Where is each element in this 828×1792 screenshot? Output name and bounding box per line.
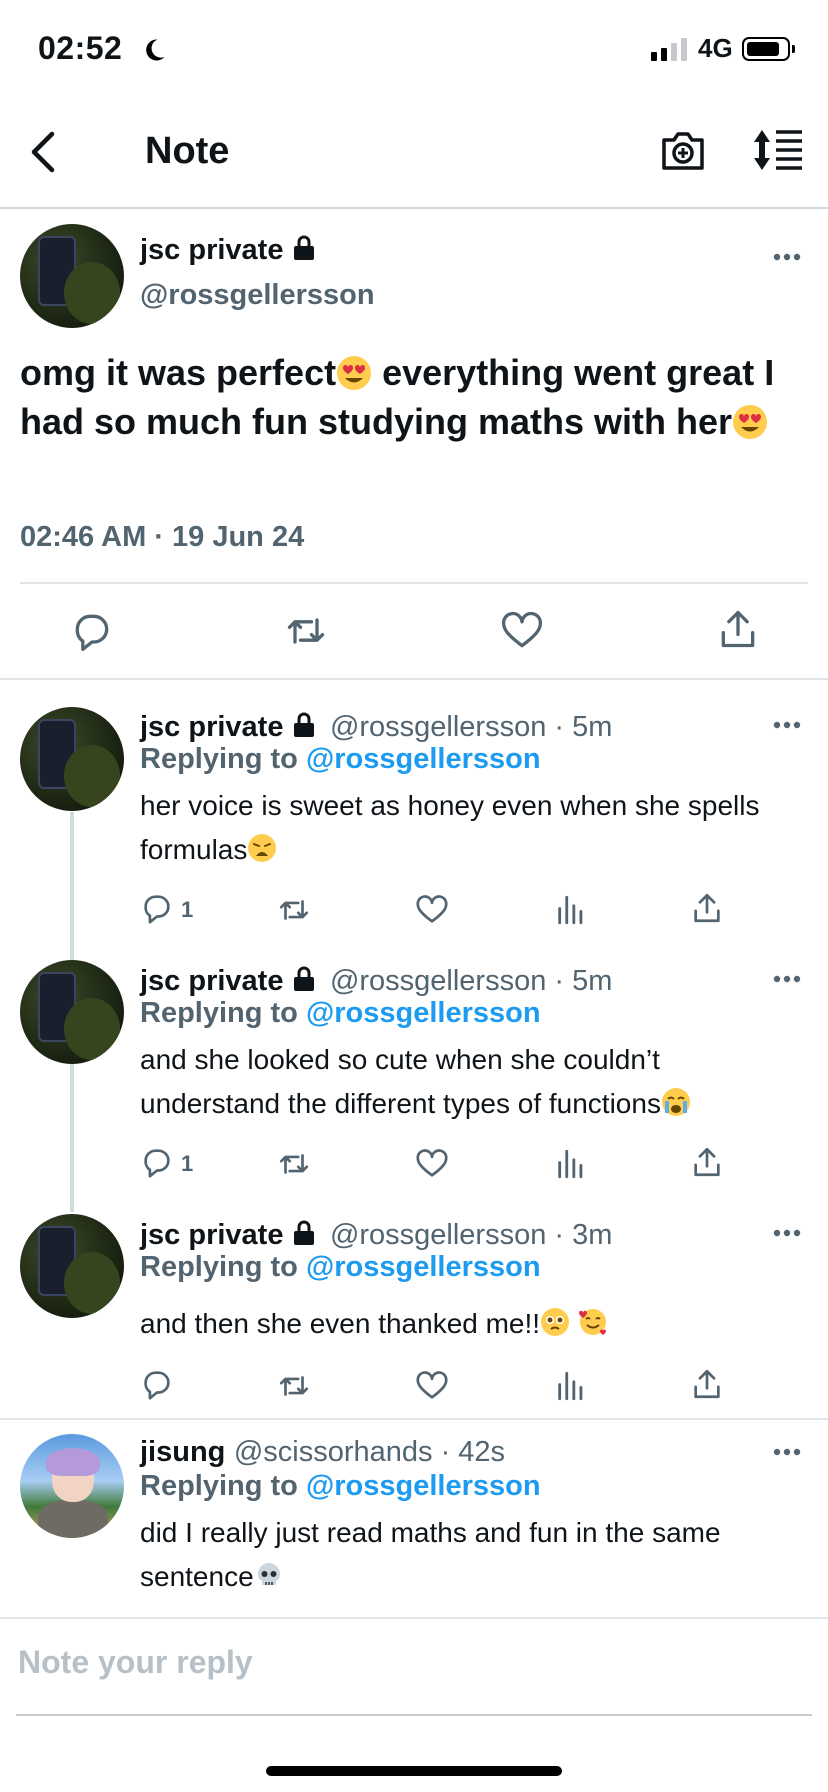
- replying-to-handle[interactable]: @rossgellersson: [306, 743, 541, 775]
- more-icon[interactable]: [772, 252, 802, 262]
- tweet-text-part-1: omg it was perfect: [20, 352, 337, 393]
- reply-header: jsc private @rossgellersson · 5m: [140, 965, 612, 998]
- author-handle[interactable]: @rossgellersson: [140, 279, 375, 312]
- reply-icon[interactable]: [140, 1367, 174, 1401]
- chevron-left-icon[interactable]: [24, 128, 64, 176]
- moon-icon: [146, 39, 165, 61]
- home-indicator[interactable]: [266, 1766, 562, 1776]
- battery-icon: [742, 37, 795, 61]
- reply-text-content: and she looked so cute when she couldn’t…: [140, 1044, 661, 1119]
- divider: [16, 1714, 812, 1716]
- replying-to: Replying to @rossgellersson: [140, 997, 541, 1030]
- reply-text-content: did I really just read maths and fun in …: [140, 1517, 721, 1592]
- replying-to-handle[interactable]: @rossgellersson: [306, 1251, 541, 1283]
- heart-icon[interactable]: [415, 893, 449, 927]
- share-icon[interactable]: [690, 1367, 724, 1401]
- retweet-icon[interactable]: [284, 609, 328, 653]
- replying-to-label: Replying to: [140, 1470, 298, 1502]
- tweet-text: omg it was perfect everything went great…: [20, 348, 810, 446]
- reply-text: and she looked so cute when she couldn’t…: [140, 1038, 790, 1126]
- author-name: jisung: [140, 1436, 226, 1468]
- replying-to-handle[interactable]: @rossgellersson: [306, 997, 541, 1029]
- reply-icon[interactable]: [70, 609, 114, 653]
- heart-icon[interactable]: [415, 1369, 449, 1403]
- nav-divider: [0, 207, 828, 209]
- avatar[interactable]: [20, 707, 124, 811]
- camera-plus-icon[interactable]: [660, 128, 706, 172]
- reply-count: 1: [181, 1151, 194, 1176]
- more-icon[interactable]: [772, 720, 802, 730]
- reply-icon[interactable]: [140, 1145, 174, 1179]
- reply-header: jsc private @rossgellersson · 5m: [140, 711, 612, 744]
- lock-icon: [294, 235, 315, 260]
- divider: [20, 582, 808, 584]
- author-name: jsc private: [140, 711, 284, 743]
- network-type: 4G: [698, 33, 733, 63]
- views-icon[interactable]: [554, 893, 588, 927]
- status-time: 02:52: [38, 30, 123, 66]
- reply-text: her voice is sweet as honey even when sh…: [140, 784, 800, 872]
- views-icon[interactable]: [554, 1369, 588, 1403]
- retweet-icon[interactable]: [277, 1369, 311, 1403]
- more-icon[interactable]: [772, 1228, 802, 1238]
- reply-header: jsc private @rossgellersson · 3m: [140, 1219, 612, 1252]
- sort-icon[interactable]: [752, 128, 804, 172]
- author-handle-time: @rossgellersson · 3m: [329, 1219, 613, 1251]
- avatar[interactable]: [20, 224, 124, 328]
- retweet-icon[interactable]: [277, 1147, 311, 1181]
- author-handle-time: @scissorhands · 42s: [233, 1436, 506, 1468]
- reply-text: and then she even thanked me!!: [140, 1302, 800, 1346]
- heart-eyes-emoji-icon: [337, 356, 372, 390]
- author-name: jsc private: [140, 965, 284, 997]
- reply-header: jisung @scissorhands · 42s: [140, 1436, 505, 1469]
- replying-to: Replying to @rossgellersson: [140, 743, 541, 776]
- author-name-text: jsc private: [140, 234, 284, 266]
- reply-count: 1: [181, 897, 194, 922]
- more-icon[interactable]: [772, 1447, 802, 1457]
- share-icon[interactable]: [716, 607, 760, 651]
- author-handle-time: @rossgellersson · 5m: [329, 965, 613, 997]
- replying-to: Replying to @rossgellersson: [140, 1470, 541, 1503]
- pleading-face-emoji-icon: [541, 1308, 570, 1336]
- tweet-timestamp: 02:46 AM · 19 Jun 24: [20, 521, 305, 553]
- replying-to: Replying to @rossgellersson: [140, 1251, 541, 1284]
- reply-text-content: her voice is sweet as honey even when sh…: [140, 790, 760, 865]
- avatar[interactable]: [20, 960, 124, 1064]
- signal-icon: [651, 38, 687, 61]
- author-name: jsc private: [140, 234, 317, 267]
- more-icon[interactable]: [772, 974, 802, 984]
- retweet-icon[interactable]: [277, 893, 311, 927]
- crying-face-emoji-icon: [661, 1088, 690, 1116]
- replying-to-label: Replying to: [140, 997, 298, 1029]
- divider: [0, 678, 828, 680]
- lock-icon: [294, 1220, 315, 1245]
- replying-to-label: Replying to: [140, 743, 298, 775]
- lock-icon: [294, 966, 315, 991]
- page-title: Note: [145, 130, 230, 172]
- replying-to-handle[interactable]: @rossgellersson: [306, 1470, 541, 1502]
- reply-input[interactable]: Note your reply: [18, 1644, 253, 1681]
- skull-emoji-icon: [257, 1563, 280, 1585]
- divider: [0, 1617, 828, 1619]
- heart-icon[interactable]: [500, 609, 544, 653]
- avatar[interactable]: [20, 1434, 124, 1538]
- heart-icon[interactable]: [415, 1147, 449, 1181]
- weary-face-emoji-icon: [248, 834, 277, 862]
- smiling-face-with-hearts-emoji-icon: [578, 1309, 606, 1335]
- share-icon[interactable]: [690, 891, 724, 925]
- replying-to-label: Replying to: [140, 1251, 298, 1283]
- reply-text: did I really just read maths and fun in …: [140, 1511, 800, 1599]
- reply-icon[interactable]: [140, 891, 174, 925]
- views-icon[interactable]: [554, 1147, 588, 1181]
- lock-icon: [294, 712, 315, 737]
- reply-text-content: and then she even thanked me!!: [140, 1308, 541, 1339]
- avatar[interactable]: [20, 1214, 124, 1318]
- divider: [0, 1418, 828, 1420]
- author-name: jsc private: [140, 1219, 284, 1251]
- share-icon[interactable]: [690, 1145, 724, 1179]
- author-handle-time: @rossgellersson · 5m: [329, 711, 613, 743]
- heart-eyes-emoji-icon: [733, 405, 768, 439]
